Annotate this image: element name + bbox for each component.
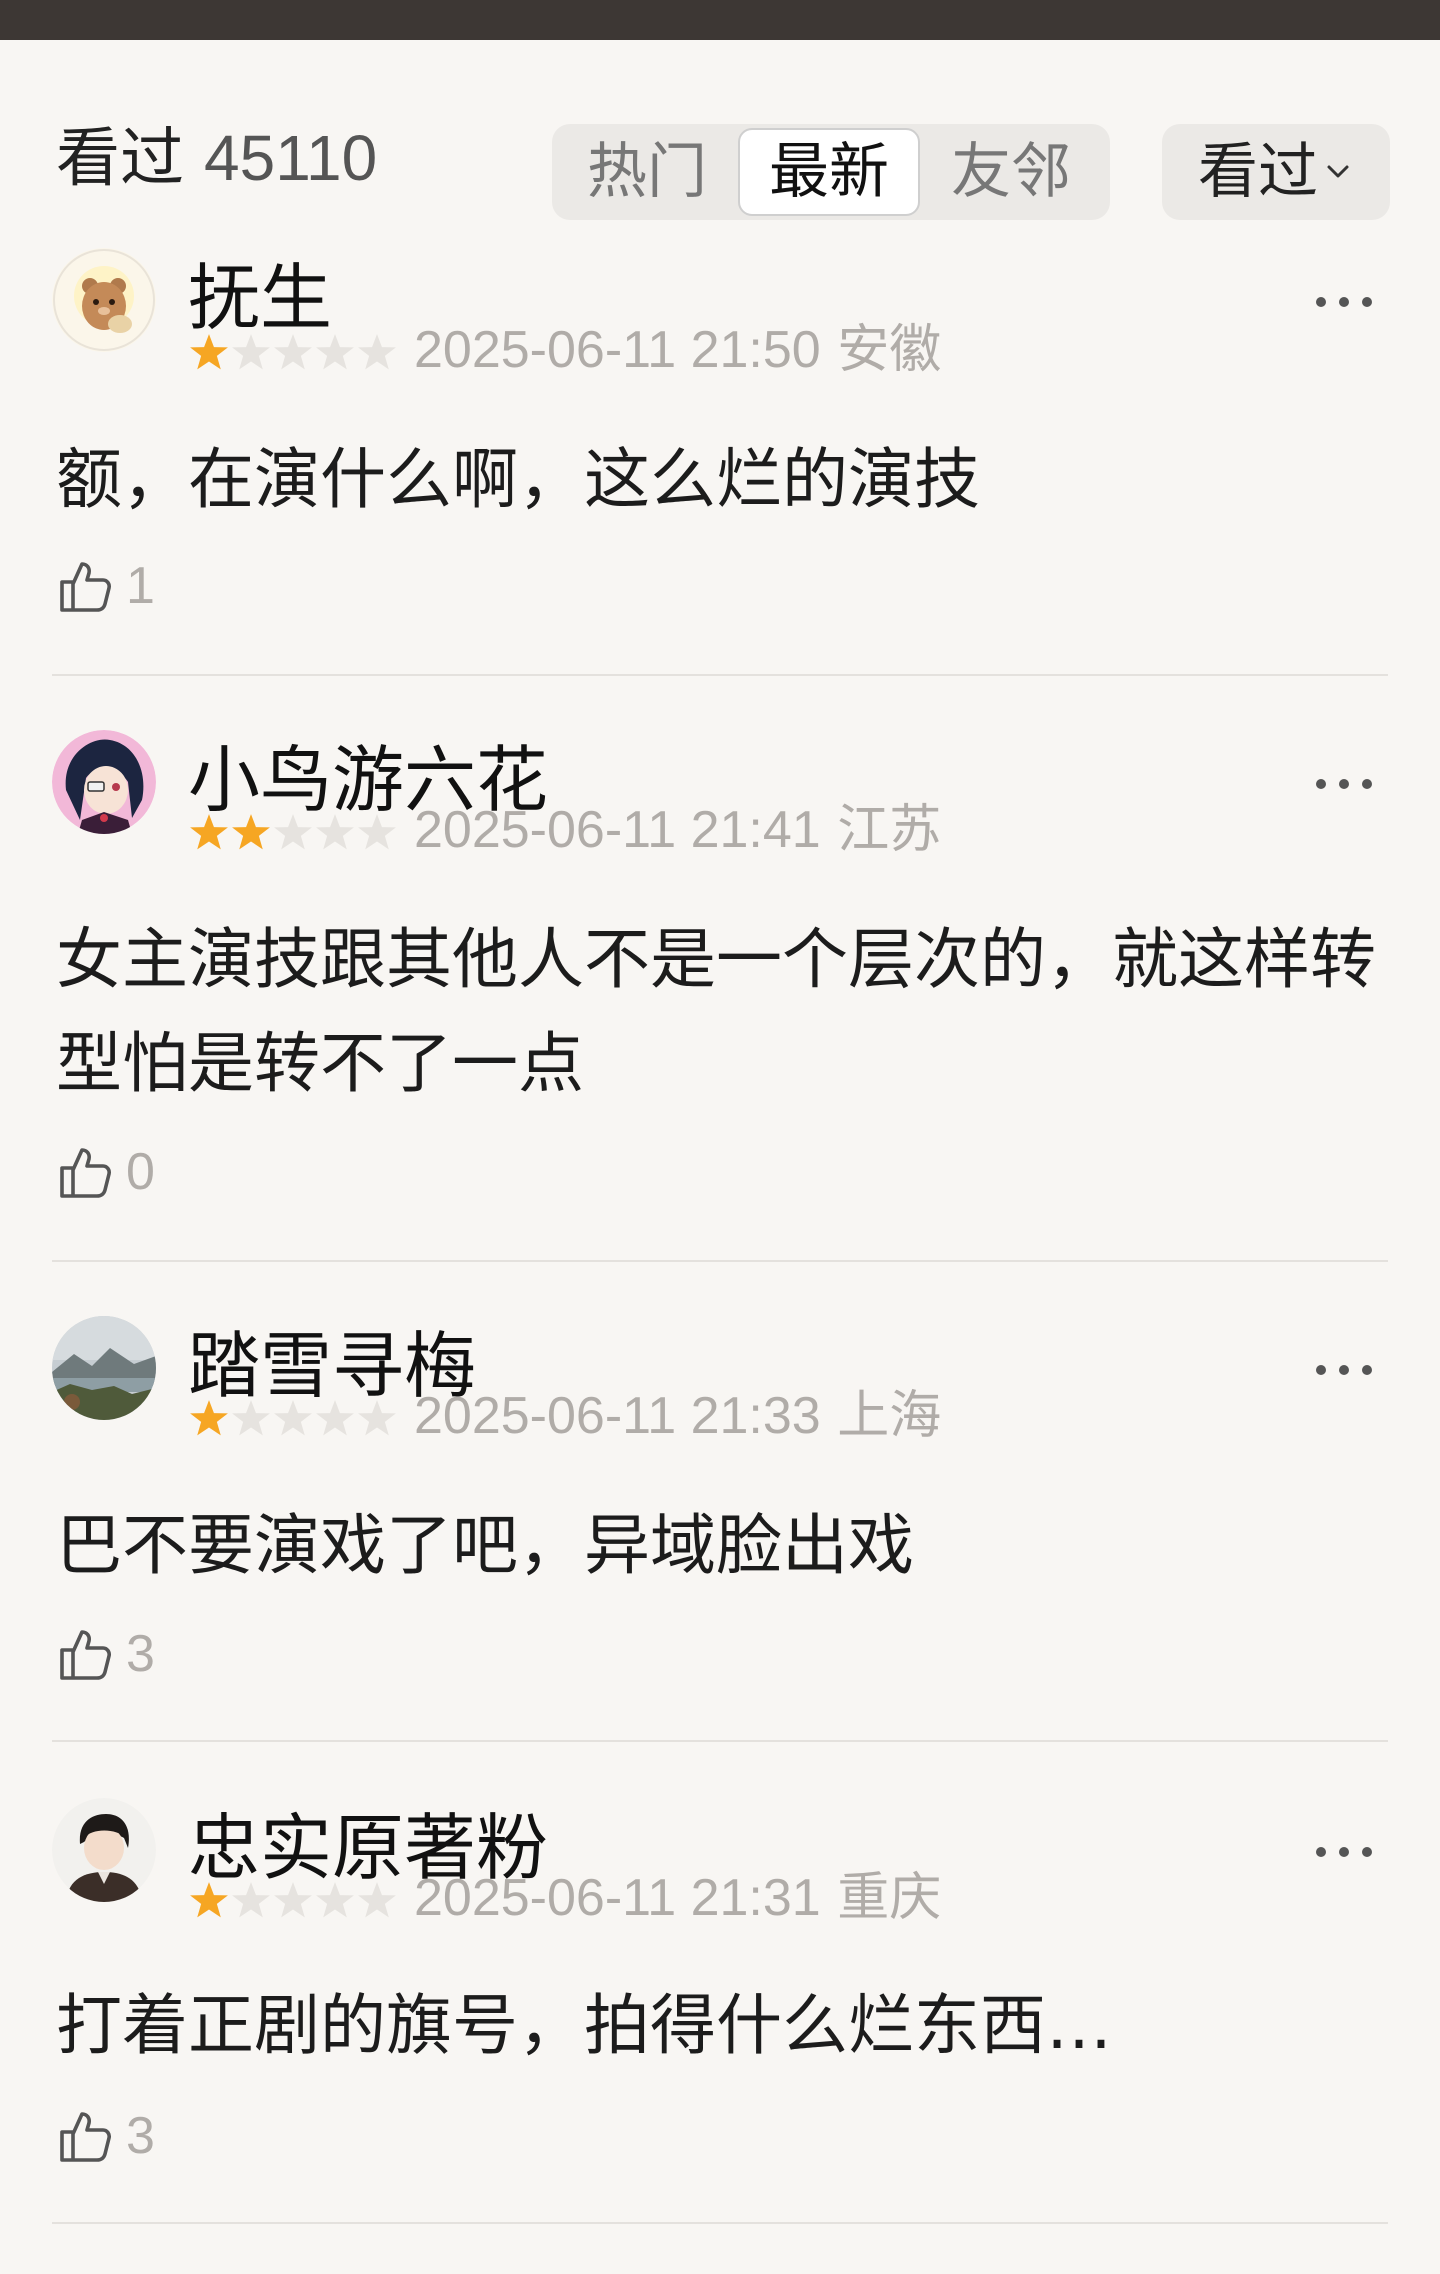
person-avatar-icon[interactable] xyxy=(52,1798,156,1902)
status-bar xyxy=(0,0,1440,40)
star-empty-icon xyxy=(316,1400,354,1436)
rating-stars xyxy=(188,1398,398,1438)
more-options-button[interactable] xyxy=(1316,1842,1372,1862)
review-meta: 2025-06-11 21:41 江苏 xyxy=(414,800,941,860)
watched-count-label: 看过 xyxy=(56,122,184,196)
more-options-button[interactable] xyxy=(1316,1360,1372,1380)
star-filled-icon xyxy=(190,334,228,370)
landscape-avatar-icon[interactable] xyxy=(52,1316,156,1420)
anime-girl-avatar-icon[interactable] xyxy=(52,730,156,834)
review-content: 额，在演什么啊，这么烂的演技 xyxy=(56,441,980,518)
tab-latest[interactable]: 最新 xyxy=(738,128,920,216)
status-filter-label: 看过 xyxy=(1198,137,1318,207)
sort-tabs: 热门 最新 友邻 xyxy=(552,124,1110,220)
like-count: 3 xyxy=(126,1625,155,1683)
review-meta: 2025-06-11 21:50 安徽 xyxy=(414,320,941,380)
star-empty-icon xyxy=(232,1882,270,1918)
more-options-button[interactable] xyxy=(1316,292,1372,312)
star-empty-icon xyxy=(274,814,312,850)
review-content: 打着正剧的旗号，拍得什么烂东西… xyxy=(56,1987,1112,2064)
star-empty-icon xyxy=(274,1882,312,1918)
review-location: 重庆 xyxy=(837,1868,942,1928)
thumbs-up-icon xyxy=(60,1148,111,1198)
star-empty-icon xyxy=(232,1400,270,1436)
divider xyxy=(52,1260,1388,1262)
like-count: 3 xyxy=(126,2107,155,2165)
chevron-down-icon xyxy=(1327,165,1349,178)
star-filled-icon xyxy=(190,1882,228,1918)
like-button[interactable]: 3 xyxy=(56,2106,155,2166)
rating-stars xyxy=(188,812,398,852)
like-button[interactable]: 0 xyxy=(56,1142,155,1202)
review-date: 2025-06-11 21:50 xyxy=(414,321,821,379)
rating-stars xyxy=(188,1880,398,1920)
like-button[interactable]: 3 xyxy=(56,1624,155,1684)
star-empty-icon xyxy=(274,334,312,370)
review-date: 2025-06-11 21:41 xyxy=(414,801,821,859)
review-date: 2025-06-11 21:31 xyxy=(414,1869,821,1927)
review-content: 女主演技跟其他人不是一个层次的，就这样转型怕是转不了一点 xyxy=(56,921,1376,1102)
review-date: 2025-06-11 21:33 xyxy=(414,1387,821,1445)
star-filled-icon xyxy=(190,1400,228,1436)
divider xyxy=(52,674,1388,676)
star-empty-icon xyxy=(358,334,396,370)
watched-count-value: 45110 xyxy=(204,122,378,194)
review-location: 江苏 xyxy=(837,800,942,860)
review-location: 上海 xyxy=(837,1386,942,1446)
star-empty-icon xyxy=(358,1400,396,1436)
like-count: 1 xyxy=(126,557,155,615)
review-meta: 2025-06-11 21:33 上海 xyxy=(414,1386,941,1446)
bear-avatar-icon[interactable] xyxy=(52,248,156,352)
rating-stars xyxy=(188,332,398,372)
star-filled-icon xyxy=(190,814,228,850)
review-location: 安徽 xyxy=(837,320,942,380)
tab-friends[interactable]: 友邻 xyxy=(920,128,1102,216)
reviews-header: 看过 45110 热门 最新 友邻 看过 xyxy=(0,40,1440,222)
star-empty-icon xyxy=(316,334,354,370)
tab-hot[interactable]: 热门 xyxy=(556,128,738,216)
star-empty-icon xyxy=(232,334,270,370)
review-username[interactable]: 抚生 xyxy=(188,256,332,340)
star-empty-icon xyxy=(358,814,396,850)
watched-count: 看过 45110 xyxy=(56,112,377,205)
thumbs-up-icon xyxy=(60,1630,111,1680)
status-filter-dropdown[interactable]: 看过 xyxy=(1162,124,1390,220)
star-empty-icon xyxy=(316,1882,354,1918)
star-filled-icon xyxy=(232,814,270,850)
star-empty-icon xyxy=(274,1400,312,1436)
star-empty-icon xyxy=(358,1882,396,1918)
thumbs-up-icon xyxy=(60,562,111,612)
review-meta: 2025-06-11 21:31 重庆 xyxy=(414,1868,941,1928)
star-empty-icon xyxy=(316,814,354,850)
thumbs-up-icon xyxy=(60,2112,111,2162)
like-count: 0 xyxy=(126,1143,155,1201)
divider xyxy=(52,2222,1388,2224)
review-content: 巴不要演戏了吧，异域脸出戏 xyxy=(56,1507,914,1584)
divider xyxy=(52,1740,1388,1742)
more-options-button[interactable] xyxy=(1316,774,1372,794)
like-button[interactable]: 1 xyxy=(56,556,155,616)
